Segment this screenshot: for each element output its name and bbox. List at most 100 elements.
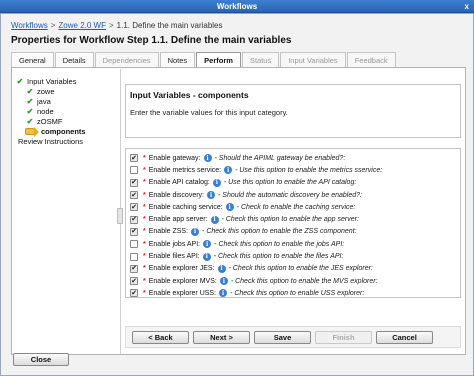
tab-perform[interactable]: Perform	[196, 52, 241, 67]
variable-label: Enable gateway:	[148, 154, 201, 162]
variable-row: ✔ * Enable explorer JES: i - Check this opti…	[126, 263, 460, 275]
info-icon[interactable]: i	[203, 240, 212, 249]
close-button[interactable]: Close	[13, 353, 69, 366]
nav-item-input-variables[interactable]: ✔ Input Variables	[15, 76, 115, 86]
tab-details[interactable]: Details	[54, 52, 94, 67]
required-marker: *	[143, 166, 146, 174]
variable-hint: - Should the APIML gateway be enabled?:	[214, 154, 346, 162]
checkmark-icon: ✔	[131, 289, 137, 297]
nav-item-java[interactable]: ✔ java	[15, 96, 115, 106]
tab-general[interactable]: General	[11, 52, 54, 67]
perform-panel: ✔ Input Variables ✔ zowe ✔ java ✔ node ✔…	[11, 67, 466, 355]
variable-label: Enable caching service:	[148, 203, 223, 211]
info-icon[interactable]: i	[203, 154, 212, 163]
tab-bar: General Details Dependencies Notes Perfo…	[11, 52, 397, 67]
variable-hint: - Check this option to enable the app se…	[221, 216, 359, 224]
variable-row: ✔ * Enable explorer MVS: i - Check this opti…	[126, 275, 460, 287]
variables-list: ✔ * Enable gateway: i - Should the APIML gat…	[125, 148, 461, 298]
breadcrumb-current-step: 1.1. Define the main variables	[116, 21, 223, 30]
nav-item-components[interactable]: components	[15, 126, 115, 137]
info-icon[interactable]: i	[191, 227, 200, 236]
nav-item-node[interactable]: ✔ node	[15, 106, 115, 116]
variable-checkbox[interactable]	[130, 240, 138, 249]
required-marker: *	[143, 240, 146, 248]
tab-input-variables: Input Variables	[280, 52, 346, 67]
variable-checkbox[interactable]: ✔	[130, 227, 138, 236]
checkmark-icon: ✔	[131, 277, 137, 285]
variable-label: Enable app server:	[148, 216, 208, 224]
variable-checkbox[interactable]	[130, 252, 138, 261]
breadcrumb-separator: >	[109, 21, 114, 30]
nav-item-zowe[interactable]: ✔ zowe	[15, 86, 115, 96]
step-navigation: ✔ Input Variables ✔ zowe ✔ java ✔ node ✔…	[15, 76, 115, 146]
check-icon: ✔	[26, 106, 34, 116]
nav-item-review-instructions[interactable]: Review Instructions	[15, 136, 115, 146]
tab-status: Status	[241, 52, 280, 67]
info-icon[interactable]: i	[224, 166, 233, 175]
variable-row: ✔ * Enable gateway: i - Should the APIML gat…	[126, 152, 460, 164]
breadcrumb-workflows[interactable]: Workflows	[11, 21, 48, 30]
info-icon[interactable]: i	[212, 178, 221, 187]
checkmark-icon: ✔	[131, 203, 137, 211]
required-marker: *	[143, 216, 146, 224]
variable-row: ✔ * Enable discovery: i - Should the automat…	[126, 189, 460, 201]
variable-checkbox[interactable]: ✔	[130, 215, 138, 224]
info-icon[interactable]: i	[219, 289, 228, 298]
variable-checkbox[interactable]	[130, 166, 138, 175]
variable-checkbox[interactable]: ✔	[130, 203, 138, 212]
variable-checkbox[interactable]: ✔	[130, 289, 138, 298]
category-box: Input Variables - components Enter the v…	[125, 84, 461, 138]
nav-item-label: components	[41, 126, 86, 136]
arrow-right-icon	[25, 126, 39, 137]
variable-label: Enable explorer JES:	[148, 265, 215, 273]
tab-notes[interactable]: Notes	[159, 52, 196, 67]
tab-dependencies: Dependencies	[94, 52, 159, 67]
info-icon[interactable]: i	[217, 264, 226, 273]
window-title: Workflows	[216, 1, 258, 11]
info-icon[interactable]: i	[202, 252, 211, 261]
info-icon[interactable]: i	[210, 215, 219, 224]
close-icon[interactable]: x	[465, 2, 469, 11]
nav-item-label: java	[37, 96, 51, 106]
variable-checkbox[interactable]: ✔	[130, 191, 138, 200]
next-button[interactable]: Next >	[193, 330, 250, 344]
properties-window: Workflows > Zowe 2.0 WF > 1.1. Define th…	[0, 13, 474, 376]
cancel-button[interactable]: Cancel	[376, 330, 433, 344]
save-button[interactable]: Save	[254, 330, 311, 344]
variable-hint: - Check this option to enable the MVS ex…	[230, 277, 378, 285]
required-marker: *	[143, 289, 146, 297]
splitter-handle[interactable]	[117, 208, 123, 224]
variable-hint: - Check this option to enable the jobs A…	[214, 240, 345, 248]
checkmark-icon: ✔	[131, 228, 137, 236]
variable-checkbox[interactable]: ✔	[130, 154, 138, 163]
variable-checkbox[interactable]: ✔	[130, 277, 138, 286]
variable-checkbox[interactable]: ✔	[130, 178, 138, 187]
variable-hint: - Use this option to enable the metrics …	[235, 166, 383, 174]
back-button[interactable]: < Back	[132, 330, 189, 344]
variable-hint: - Check this option to enable the files …	[213, 253, 344, 261]
checkmark-icon: ✔	[131, 191, 137, 199]
variable-hint: - Use this option to enable the API cata…	[223, 179, 357, 187]
required-marker: *	[143, 191, 146, 199]
nav-item-zosmf[interactable]: ✔ zOSMF	[15, 116, 115, 126]
category-header: Input Variables - components Enter the v…	[125, 84, 461, 138]
variable-hint: - Check this option to enable USS explor…	[230, 289, 365, 297]
variable-label: Enable files API:	[148, 253, 200, 261]
info-icon[interactable]: i	[225, 203, 234, 212]
check-icon: ✔	[26, 96, 34, 106]
variable-hint: - Check this option to enable the ZSS co…	[202, 228, 357, 236]
variable-row: ✔ * Enable API catalog: i - Use this option …	[126, 177, 460, 189]
required-marker: *	[143, 265, 146, 273]
required-marker: *	[143, 179, 146, 187]
wizard-button-bar: < Back Next > Save Finish Cancel	[125, 326, 461, 348]
required-marker: *	[143, 277, 146, 285]
variable-label: Enable metrics service:	[148, 166, 222, 174]
variable-label: Enable jobs API:	[148, 240, 201, 248]
info-icon[interactable]: i	[219, 277, 228, 286]
variable-checkbox[interactable]: ✔	[130, 264, 138, 273]
required-marker: *	[143, 154, 146, 162]
info-icon[interactable]: i	[207, 191, 215, 200]
breadcrumb-workflow[interactable]: Zowe 2.0 WF	[58, 21, 106, 30]
variable-row: ✔ * Enable caching service: i - Check to ena…	[126, 201, 460, 213]
checkmark-icon: ✔	[131, 154, 137, 162]
